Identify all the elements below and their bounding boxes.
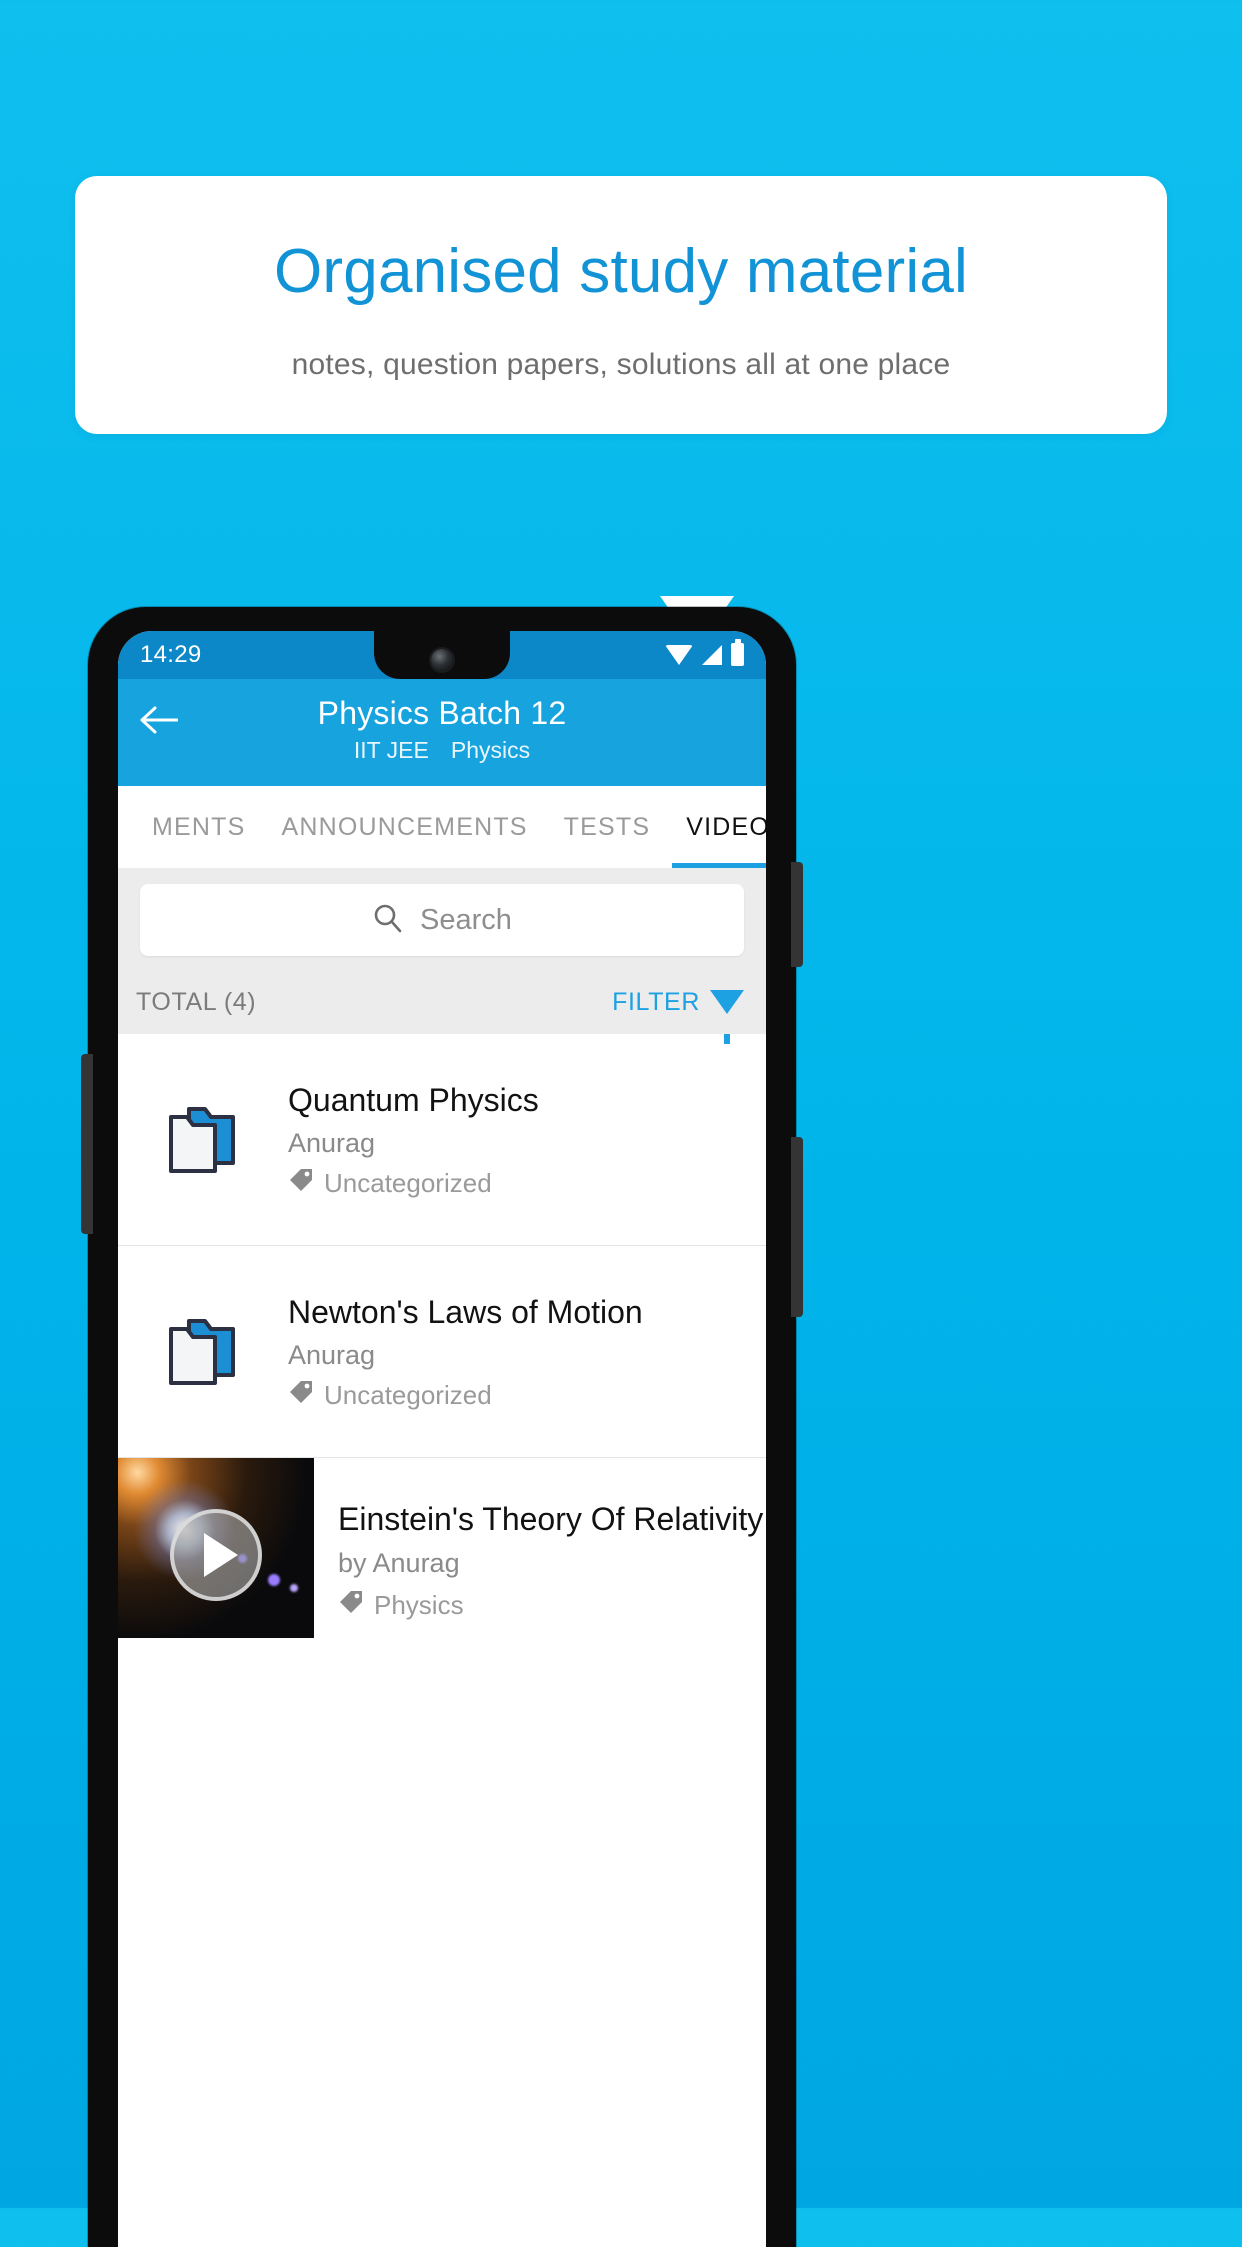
tab-bar: MENTS ANNOUNCEMENTS TESTS VIDEOS xyxy=(118,786,766,868)
filter-funnel-icon xyxy=(710,990,744,1044)
status-icons xyxy=(665,642,744,668)
list-item-tag: Uncategorized xyxy=(288,1167,748,1200)
search-input[interactable]: Search xyxy=(140,884,744,956)
breadcrumb-course: IIT JEE xyxy=(353,737,429,763)
list-item[interactable]: Newton's Laws of Motion Anurag Uncategor… xyxy=(118,1246,766,1458)
tab-tests[interactable]: TESTS xyxy=(546,786,669,868)
phone-device: 14:29 Physics Batch 12 IIT JEE Physics M… xyxy=(81,607,803,2247)
app-bar: Physics Batch 12 IIT JEE Physics xyxy=(118,679,766,786)
tag-icon xyxy=(288,1379,314,1412)
list-item-body: Quantum Physics Anurag Uncategorized xyxy=(288,1080,748,1200)
tag-icon xyxy=(288,1167,314,1200)
list-item-title: Einstein's Theory Of Relativity xyxy=(338,1501,764,1537)
list-item[interactable]: Einstein's Theory Of Relativity by Anura… xyxy=(118,1458,766,1638)
promo-subtitle: notes, question papers, solutions all at… xyxy=(291,348,951,382)
filter-label: FILTER xyxy=(612,987,700,1016)
content-list: Quantum Physics Anurag Uncategorized New… xyxy=(118,1034,766,1638)
folder-icon xyxy=(118,1101,288,1179)
wifi-icon xyxy=(665,644,693,665)
list-item-title: Newton's Laws of Motion xyxy=(288,1293,643,1330)
breadcrumb: IIT JEE Physics xyxy=(118,737,766,764)
search-icon xyxy=(372,902,404,939)
list-toolbar: TOTAL (4) FILTER xyxy=(118,970,766,1044)
tag-label: Physics xyxy=(374,1590,464,1621)
tag-icon xyxy=(338,1589,364,1622)
battery-icon xyxy=(731,642,744,666)
list-item-body: Newton's Laws of Motion Anurag Uncategor… xyxy=(288,1292,748,1412)
list-item-author: Anurag xyxy=(288,1339,376,1370)
back-arrow-icon[interactable] xyxy=(140,705,178,735)
filter-button[interactable]: FILTER xyxy=(612,987,744,1044)
list-item[interactable]: Quantum Physics Anurag Uncategorized xyxy=(118,1034,766,1246)
list-item-author: by Anurag xyxy=(338,1548,460,1579)
tab-assignments[interactable]: MENTS xyxy=(134,786,264,868)
list-item-tag: Physics xyxy=(338,1589,763,1622)
list-item-author: Anurag xyxy=(288,1127,376,1158)
play-icon[interactable] xyxy=(170,1509,262,1602)
phone-screen: 14:29 Physics Batch 12 IIT JEE Physics M… xyxy=(118,631,766,2247)
search-zone: Search xyxy=(118,868,766,970)
status-time: 14:29 xyxy=(140,641,202,668)
phone-power-button[interactable] xyxy=(791,1137,803,1317)
search-placeholder: Search xyxy=(420,903,512,936)
promo-title: Organised study material xyxy=(273,237,968,306)
front-camera-icon xyxy=(431,649,453,671)
page-title: Physics Batch 12 xyxy=(317,695,567,731)
folder-icon xyxy=(118,1313,288,1391)
tab-videos[interactable]: VIDEOS xyxy=(668,786,766,868)
thumbnail-sparkle xyxy=(268,1574,280,1586)
promo-card: Organised study material notes, question… xyxy=(75,176,1167,435)
total-count-label: TOTAL (4) xyxy=(136,987,257,1016)
play-triangle xyxy=(203,1533,238,1578)
promo-bubble: Organised study material notes, question… xyxy=(75,176,1167,649)
video-item-body: Einstein's Theory Of Relativity by Anura… xyxy=(314,1458,766,1638)
tab-announcements[interactable]: ANNOUNCEMENTS xyxy=(264,786,546,868)
tag-label: Uncategorized xyxy=(324,1379,492,1410)
video-thumbnail xyxy=(118,1458,314,1638)
phone-left-button[interactable] xyxy=(81,1054,93,1234)
list-item-tag: Uncategorized xyxy=(288,1379,748,1412)
phone-volume-button[interactable] xyxy=(791,862,803,967)
signal-icon xyxy=(702,644,722,665)
breadcrumb-subject: Physics xyxy=(450,737,531,763)
tag-label: Uncategorized xyxy=(324,1167,492,1198)
thumbnail-sparkle xyxy=(290,1584,298,1592)
list-item-title: Quantum Physics xyxy=(288,1081,539,1118)
